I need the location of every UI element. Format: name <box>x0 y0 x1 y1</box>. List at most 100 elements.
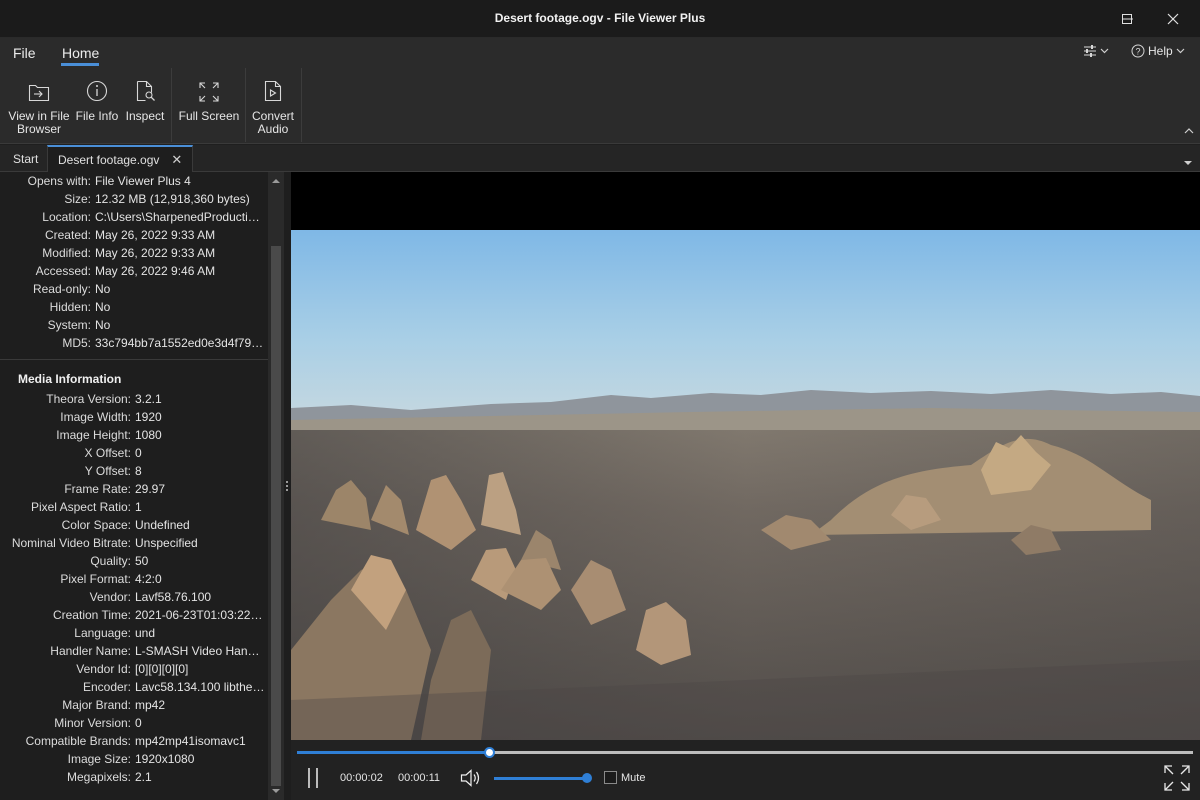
caret-down-icon <box>1184 161 1192 165</box>
info-value[interactable]: 29.97 <box>135 482 265 500</box>
mute-checkbox[interactable] <box>604 771 617 784</box>
info-value[interactable]: [0][0][0][0] <box>135 662 265 680</box>
volume-slider[interactable] <box>494 777 586 780</box>
info-value[interactable]: 1080 <box>135 428 265 446</box>
maximize-button[interactable] <box>1104 0 1150 38</box>
info-value[interactable]: 1920x1080 <box>135 752 265 770</box>
info-value[interactable]: File Viewer Plus 4 <box>95 174 265 192</box>
inspect-button[interactable]: Inspect <box>124 76 166 123</box>
scroll-down-icon[interactable] <box>271 786 281 796</box>
info-value[interactable]: und <box>135 626 265 644</box>
info-value[interactable]: 2021-06-23T01:03:22.00... <box>135 608 265 626</box>
info-value[interactable]: mp42 <box>135 698 265 716</box>
file-info-button[interactable]: File Info <box>74 76 120 123</box>
info-key: Pixel Format: <box>60 572 131 586</box>
info-key: Minor Version: <box>54 716 131 730</box>
convert-audio-button[interactable]: Convert Audio <box>250 76 296 136</box>
info-key: Nominal Video Bitrate: <box>11 536 131 550</box>
menu-file[interactable]: File <box>13 45 36 61</box>
info-value[interactable]: May 26, 2022 9:46 AM <box>95 264 265 282</box>
close-button[interactable] <box>1150 0 1196 38</box>
info-key: Pixel Aspect Ratio: <box>30 500 131 514</box>
folder-arrow-icon <box>28 84 50 102</box>
seek-bar[interactable] <box>297 747 1193 758</box>
info-value[interactable]: 1920 <box>135 410 265 428</box>
info-key: Opens with: <box>27 174 91 188</box>
info-value[interactable]: 0 <box>135 716 265 734</box>
info-row: Opens with: File Viewer Plus 4 <box>0 174 266 192</box>
ribbon-collapse-button[interactable] <box>1184 123 1194 137</box>
splitter-grip <box>286 485 288 487</box>
info-row: Read-only: No <box>0 282 266 300</box>
info-key: Accessed: <box>35 264 91 278</box>
scrollbar-thumb[interactable] <box>271 246 281 786</box>
info-value[interactable]: 4:2:0 <box>135 572 265 590</box>
inspect-document-icon <box>136 80 155 102</box>
desert-landscape-image <box>291 230 1200 740</box>
info-row: Frame Rate: 29.97 <box>0 482 266 500</box>
info-value[interactable]: Lavf58.76.100 <box>135 590 265 608</box>
info-value[interactable]: 1 <box>135 500 265 518</box>
window-title: Desert footage.ogv - File Viewer Plus <box>494 11 706 25</box>
settings-dropdown[interactable] <box>1083 44 1109 58</box>
info-value[interactable]: L-SMASH Video Handler <box>135 644 265 662</box>
info-row: Theora Version: 3.2.1 <box>0 392 266 410</box>
volume-icon[interactable] <box>460 768 482 788</box>
info-value[interactable]: 8 <box>135 464 265 482</box>
info-value[interactable]: 12.32 MB (12,918,360 bytes) <box>95 192 265 210</box>
info-value[interactable]: May 26, 2022 9:33 AM <box>95 246 265 264</box>
info-row: Handler Name: L-SMASH Video Handler <box>0 644 266 662</box>
duration: 00:00:11 <box>398 772 441 784</box>
video-viewport[interactable] <box>291 172 1200 800</box>
info-value[interactable]: C:\Users\SharpenedProduction... <box>95 210 265 228</box>
scroll-up-icon[interactable] <box>271 176 281 186</box>
splitter-grip <box>286 481 288 483</box>
info-value[interactable]: No <box>95 300 265 318</box>
ribbon-separator <box>171 68 172 142</box>
info-key: MD5: <box>62 336 91 350</box>
full-screen-button[interactable]: Full Screen <box>178 76 240 123</box>
view-in-file-browser-button[interactable]: View in File Browser <box>7 76 71 136</box>
mute-label: Mute <box>621 772 646 784</box>
pause-icon[interactable] <box>305 767 321 789</box>
tab-list-button[interactable] <box>1184 155 1192 169</box>
info-value[interactable]: Unspecified <box>135 536 265 554</box>
fullscreen-icon[interactable] <box>1164 765 1190 791</box>
full-screen-label: Full Screen <box>178 109 240 123</box>
info-value[interactable]: 33c794bb7a1552ed0e3d4f790d... <box>95 336 265 354</box>
menu-home[interactable]: Home <box>62 45 99 61</box>
info-row: Encoder: Lavc58.134.100 libtheora <box>0 680 266 698</box>
current-time: 00:00:02 <box>340 772 383 784</box>
media-info-title: Media Information <box>18 372 122 386</box>
info-key: Modified: <box>42 246 91 260</box>
seek-handle[interactable] <box>483 747 495 758</box>
info-value[interactable]: Lavc58.134.100 libtheora <box>135 680 265 698</box>
info-value[interactable]: 2.1 <box>135 770 265 788</box>
title-bar: Desert footage.ogv - File Viewer Plus <box>0 0 1200 38</box>
info-key: Y Offset: <box>84 464 131 478</box>
info-row: Hidden: No <box>0 300 266 318</box>
info-key: X Offset: <box>84 446 131 460</box>
info-row: Vendor Id: [0][0][0][0] <box>0 662 266 680</box>
tab-desert-footage[interactable]: Desert footage.ogv ✕ <box>47 145 194 173</box>
info-value[interactable]: No <box>95 282 265 300</box>
info-value[interactable]: May 26, 2022 9:33 AM <box>95 228 265 246</box>
info-key: Encoder: <box>82 680 131 694</box>
info-key: System: <box>47 318 91 332</box>
panel-splitter[interactable] <box>284 172 291 800</box>
info-value[interactable]: mp42mp41isomavc1 <box>135 734 265 752</box>
info-value[interactable]: Undefined <box>135 518 265 536</box>
info-scrollbar[interactable] <box>268 172 284 800</box>
info-value[interactable]: 0 <box>135 446 265 464</box>
document-tab-bar: Start Desert footage.ogv ✕ <box>0 145 1200 173</box>
info-key: Size: <box>64 192 91 206</box>
info-value[interactable]: No <box>95 318 265 336</box>
close-icon[interactable]: ✕ <box>171 152 182 168</box>
info-row: Language: und <box>0 626 266 644</box>
help-menu[interactable]: ? Help <box>1131 44 1185 58</box>
volume-handle[interactable] <box>582 773 592 783</box>
info-value[interactable]: 50 <box>135 554 265 572</box>
info-row: Modified: May 26, 2022 9:33 AM <box>0 246 266 264</box>
tab-start[interactable]: Start <box>3 145 48 172</box>
info-value[interactable]: 3.2.1 <box>135 392 265 410</box>
